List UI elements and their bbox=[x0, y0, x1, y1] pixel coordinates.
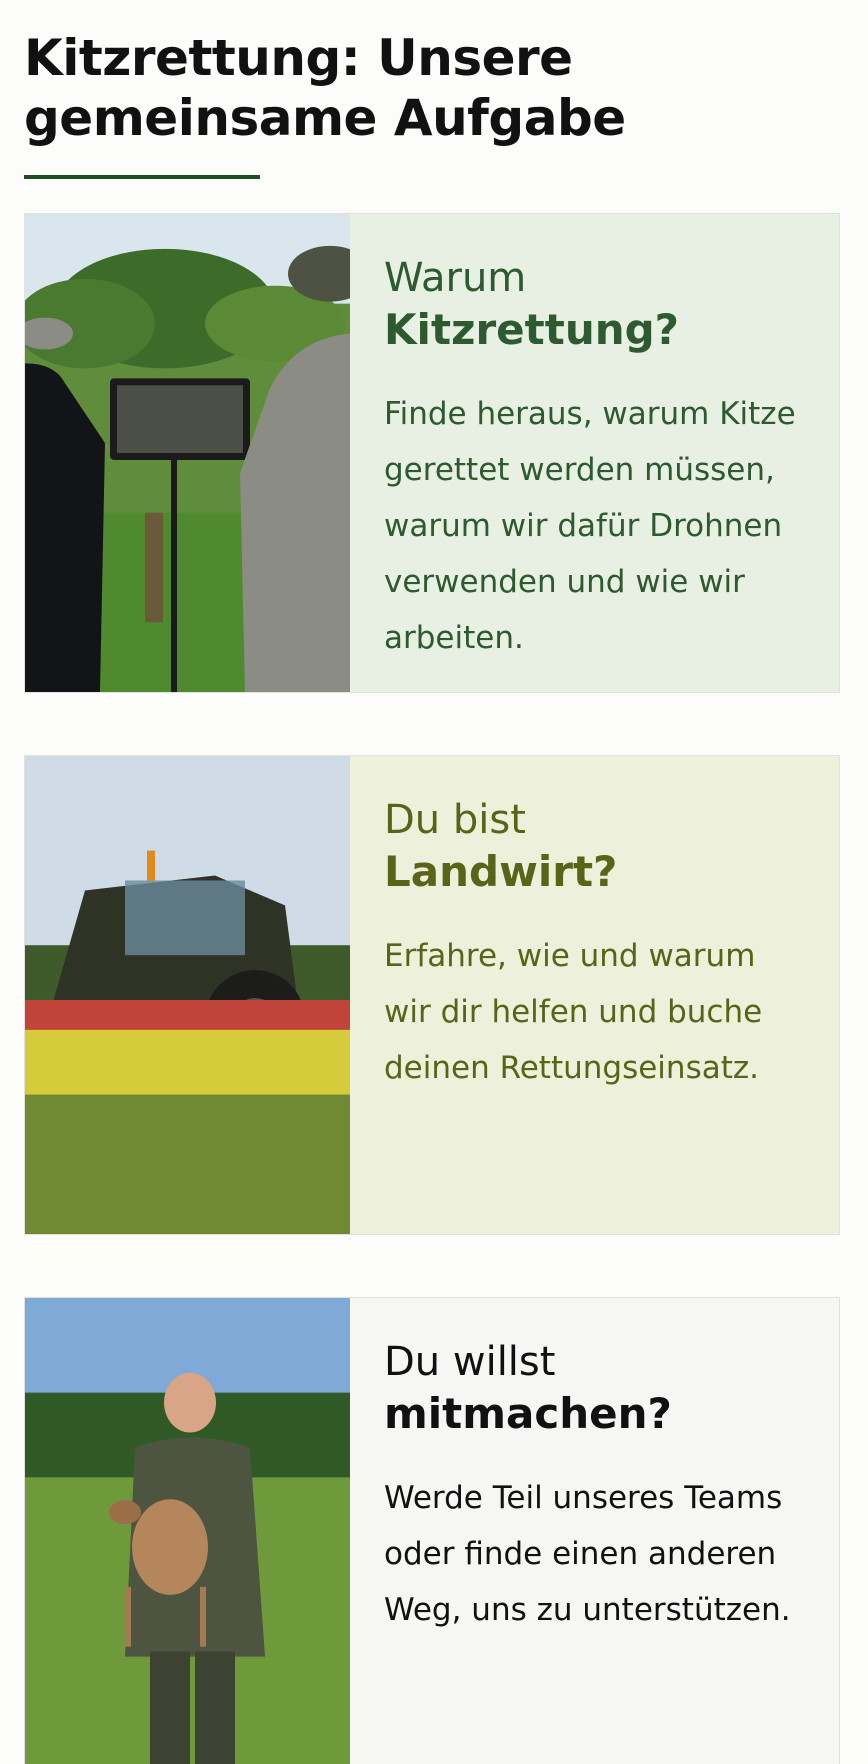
page-title: Kitzrettung: Unsere gemeinsame Aufgabe bbox=[24, 29, 626, 147]
card-text: Du willst mitmachen? Werde Teil unseres … bbox=[350, 1298, 839, 1764]
title-underline bbox=[24, 175, 260, 179]
card-title-light: Warum bbox=[384, 255, 527, 301]
page: Kitzrettung: Unsere gemeinsame Aufgabe W… bbox=[0, 0, 868, 1764]
card-mitmachen[interactable]: Du willst mitmachen? Werde Teil unseres … bbox=[24, 1297, 840, 1764]
tractor-photo bbox=[25, 756, 350, 1234]
card-text: Du bist Landwirt? Erfahre, wie und warum… bbox=[350, 756, 839, 1234]
card-title-bold: mitmachen? bbox=[384, 1389, 672, 1438]
card-title-bold: Kitzrettung? bbox=[384, 305, 680, 354]
card-title-light: Du willst bbox=[384, 1339, 556, 1385]
card-description: Erfahre, wie und warum wir dir helfen un… bbox=[384, 938, 763, 1086]
card-description: Werde Teil unseres Teams oder finde eine… bbox=[384, 1480, 791, 1628]
card-text: Warum Kitzrettung? Finde heraus, warum K… bbox=[350, 214, 839, 692]
card-title-bold: Landwirt? bbox=[384, 847, 618, 896]
drone-monitor-photo bbox=[25, 214, 350, 692]
card-title-light: Du bist bbox=[384, 797, 526, 843]
card-landwirt[interactable]: Du bist Landwirt? Erfahre, wie und warum… bbox=[24, 755, 840, 1235]
card-description: Finde heraus, warum Kitze gerettet werde… bbox=[384, 396, 796, 656]
volunteer-with-fawn-photo bbox=[25, 1298, 350, 1764]
card-why-kitzrettung[interactable]: Warum Kitzrettung? Finde heraus, warum K… bbox=[24, 213, 840, 693]
